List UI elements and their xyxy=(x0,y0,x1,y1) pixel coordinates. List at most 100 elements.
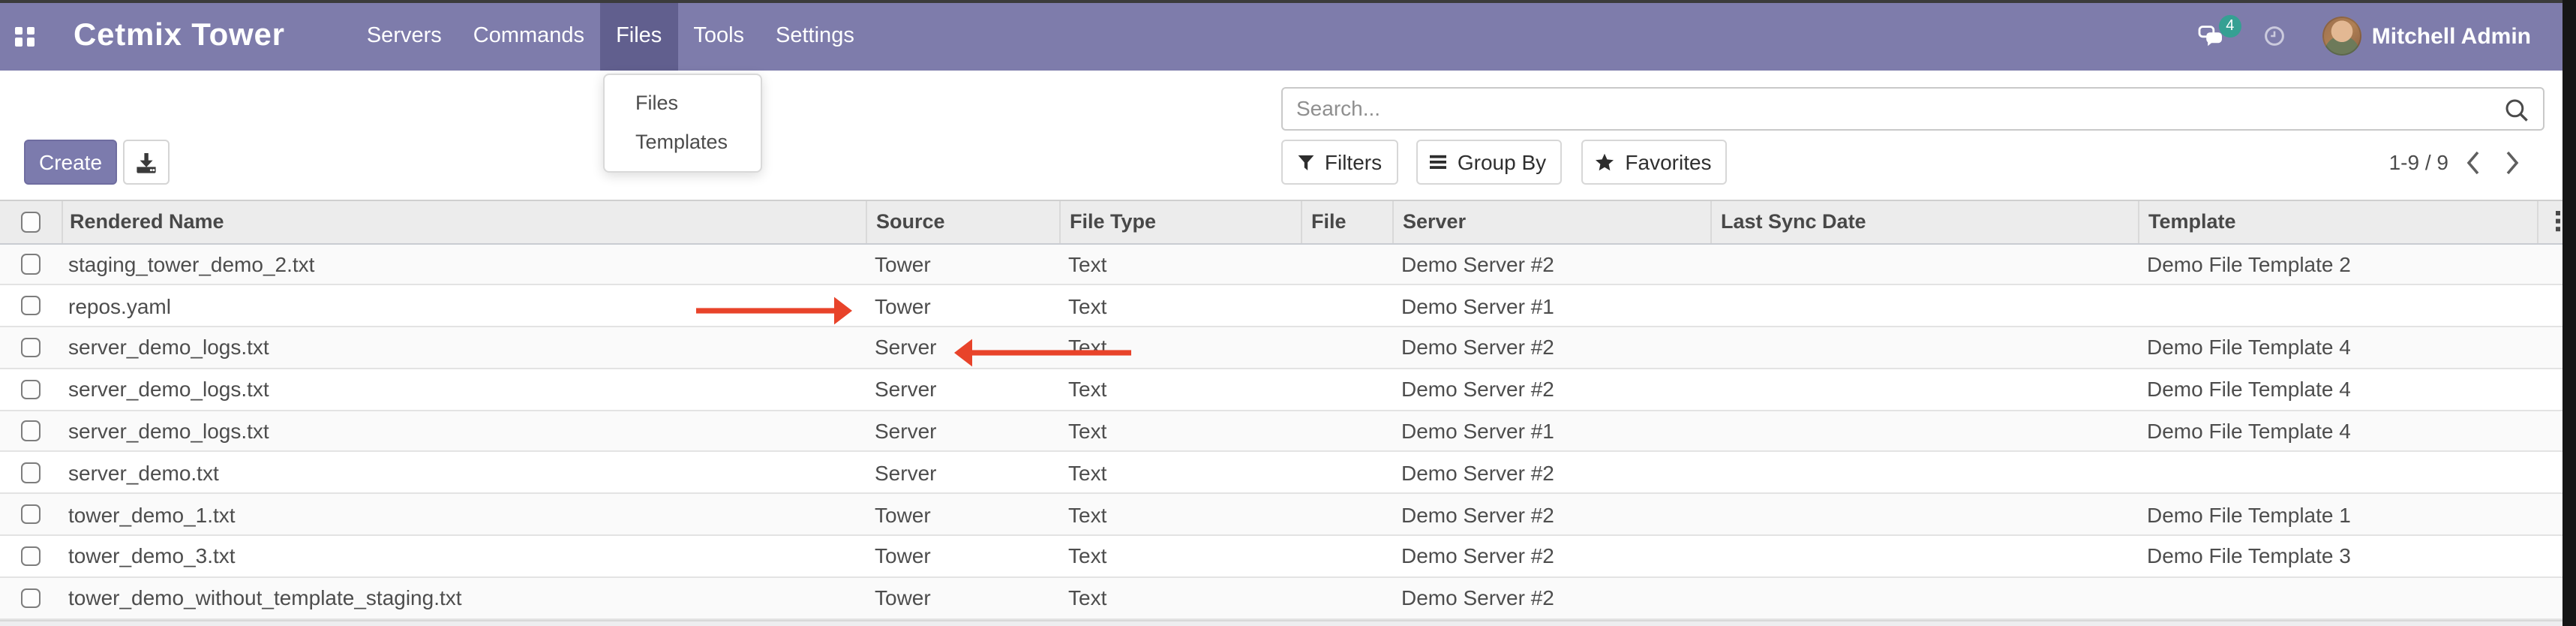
dropdown-item-templates[interactable]: Templates xyxy=(604,122,760,161)
column-header-server[interactable]: Server xyxy=(1392,201,1710,242)
cell-source: Server xyxy=(866,453,1059,493)
row-checkbox[interactable] xyxy=(20,296,41,316)
pager-range: 1-9 / 9 xyxy=(2355,140,2448,185)
create-button[interactable]: Create xyxy=(24,140,117,185)
files-menu-dropdown: Files Templates xyxy=(602,73,761,172)
cell-file xyxy=(1301,578,1392,618)
row-checkbox-cell xyxy=(0,286,61,327)
cell-last-sync-date xyxy=(1710,327,2138,368)
cell-file-type: Text xyxy=(1059,369,1301,410)
cell-template: Demo File Template 4 xyxy=(2138,411,2537,451)
cell-file xyxy=(1301,453,1392,493)
cell-source: Server xyxy=(866,411,1059,451)
cell-source: Tower xyxy=(866,286,1059,327)
row-checkbox[interactable] xyxy=(20,546,41,566)
row-checkbox[interactable] xyxy=(20,421,41,441)
table-row[interactable]: server_demo.txt Server Text Demo Server … xyxy=(0,453,2576,495)
row-checkbox[interactable] xyxy=(20,337,41,357)
cell-last-sync-date xyxy=(1710,536,2138,576)
menu-tools[interactable]: Tools xyxy=(677,3,760,70)
table-row[interactable]: server_demo_logs.txt Server Text Demo Se… xyxy=(0,411,2576,453)
menu-settings[interactable]: Settings xyxy=(760,3,870,70)
app-brand[interactable]: Cetmix Tower xyxy=(35,3,285,70)
cell-source: Tower xyxy=(866,495,1059,535)
column-header-rendered-name[interactable]: Rendered Name xyxy=(61,201,866,242)
menu-files[interactable]: Files xyxy=(600,3,677,70)
filters-button[interactable]: Filters xyxy=(1281,140,1398,185)
main-navbar: Cetmix Tower Servers Commands Files Tool… xyxy=(0,3,2576,70)
cell-last-sync-date xyxy=(1710,244,2138,284)
pager-previous-icon[interactable] xyxy=(2465,149,2481,175)
cell-template: Demo File Template 4 xyxy=(2138,327,2537,368)
row-checkbox[interactable] xyxy=(20,379,41,399)
group-by-button[interactable]: Group By xyxy=(1416,140,1561,185)
column-header-template[interactable]: Template xyxy=(2138,201,2537,242)
apps-menu-button[interactable] xyxy=(0,3,35,70)
cell-source: Tower xyxy=(866,536,1059,576)
row-checkbox[interactable] xyxy=(20,254,41,274)
row-checkbox-cell xyxy=(0,369,61,410)
table-row[interactable]: server_demo_logs.txt Server Text Demo Se… xyxy=(0,327,2576,369)
cell-server: Demo Server #2 xyxy=(1392,536,1710,576)
cell-source: Tower xyxy=(866,244,1059,284)
table-row[interactable]: repos.yaml Tower Text Demo Server #1 xyxy=(0,286,2576,328)
dropdown-item-files[interactable]: Files xyxy=(604,83,760,122)
table-row[interactable]: server_demo_logs.txt Server Text Demo Se… xyxy=(0,369,2576,411)
column-header-file-type[interactable]: File Type xyxy=(1059,201,1301,242)
row-checkbox[interactable] xyxy=(20,504,41,525)
cell-file xyxy=(1301,495,1392,535)
cell-file xyxy=(1301,286,1392,327)
search-icon[interactable] xyxy=(2504,97,2529,122)
cell-server: Demo Server #2 xyxy=(1392,495,1710,535)
table-row[interactable]: tower_demo_3.txt Tower Text Demo Server … xyxy=(0,536,2576,578)
table-body: staging_tower_demo_2.txt Tower Text Demo… xyxy=(0,244,2576,619)
row-checkbox-cell xyxy=(0,327,61,368)
row-checkbox-cell xyxy=(0,453,61,493)
menu-commands[interactable]: Commands xyxy=(458,3,600,70)
activities-button[interactable] xyxy=(2264,26,2285,47)
table-row[interactable]: tower_demo_without_template_staging.txt … xyxy=(0,578,2576,620)
export-button[interactable] xyxy=(122,140,169,185)
cell-rendered-name: tower_demo_1.txt xyxy=(61,495,866,535)
apps-grid-icon xyxy=(15,27,35,47)
column-header-file[interactable]: File xyxy=(1301,201,1392,242)
cell-server: Demo Server #1 xyxy=(1392,286,1710,327)
main-menu: Servers Commands Files Tools Settings xyxy=(351,3,870,70)
cell-last-sync-date xyxy=(1710,286,2138,327)
cell-template xyxy=(2138,286,2537,327)
table-row[interactable]: tower_demo_1.txt Tower Text Demo Server … xyxy=(0,495,2576,537)
cell-last-sync-date xyxy=(1710,453,2138,493)
cell-server: Demo Server #2 xyxy=(1392,369,1710,410)
cell-template: Demo File Template 2 xyxy=(2138,244,2537,284)
cell-source: Tower xyxy=(866,578,1059,618)
user-menu[interactable]: Mitchell Admin xyxy=(2322,17,2531,56)
select-all-checkbox[interactable] xyxy=(20,212,41,232)
row-checkbox[interactable] xyxy=(20,462,41,483)
cell-server: Demo Server #2 xyxy=(1392,578,1710,618)
cell-template xyxy=(2138,578,2537,618)
cell-file-type: Text xyxy=(1059,495,1301,535)
search-input[interactable] xyxy=(1283,88,2543,128)
window-edge-top xyxy=(0,0,2576,3)
table-footer-strip xyxy=(0,619,2576,626)
cell-server: Demo Server #2 xyxy=(1392,453,1710,493)
row-checkbox[interactable] xyxy=(20,588,41,608)
menu-servers[interactable]: Servers xyxy=(351,3,458,70)
column-header-last-sync-date[interactable]: Last Sync Date xyxy=(1710,201,2138,242)
export-download-icon xyxy=(134,151,157,173)
control-panel: Files Create Filters xyxy=(0,70,2576,200)
table-row[interactable]: staging_tower_demo_2.txt Tower Text Demo… xyxy=(0,244,2576,286)
select-all-checkbox-cell[interactable] xyxy=(0,201,61,242)
star-icon xyxy=(1595,153,1614,171)
cell-rendered-name: tower_demo_3.txt xyxy=(61,536,866,576)
filters-label: Filters xyxy=(1325,150,1382,174)
pager-next-icon[interactable] xyxy=(2504,149,2520,175)
cell-server: Demo Server #1 xyxy=(1392,411,1710,451)
messages-button[interactable]: 4 xyxy=(2198,26,2223,47)
cell-file-type: Text xyxy=(1059,244,1301,284)
app-window: Cetmix Tower Servers Commands Files Tool… xyxy=(0,0,2576,626)
ellipsis-vertical-icon xyxy=(2554,211,2560,233)
column-header-source[interactable]: Source xyxy=(866,201,1059,242)
group-by-label: Group By xyxy=(1458,150,1546,174)
favorites-button[interactable]: Favorites xyxy=(1581,140,1726,185)
